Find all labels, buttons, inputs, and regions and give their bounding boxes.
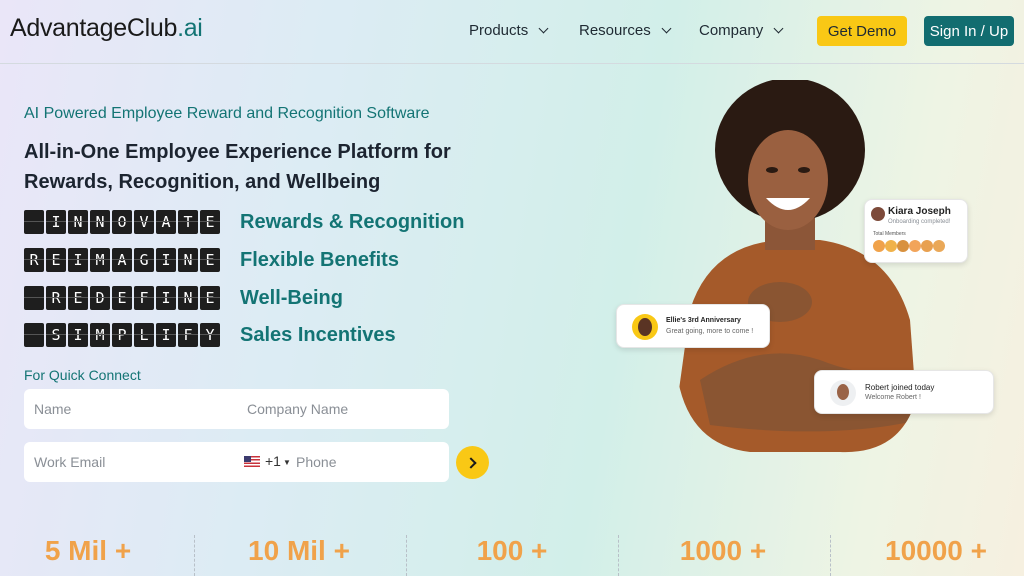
us-flag-icon[interactable]	[244, 456, 260, 467]
flip-tile: E	[200, 286, 220, 310]
flip-tile: P	[112, 323, 132, 347]
divider	[618, 535, 619, 576]
logo[interactable]: AdvantageClub.ai	[10, 14, 203, 43]
flip-tile: D	[90, 286, 110, 310]
feature-row: SIMPLIFY Sales Incentives	[24, 323, 396, 347]
flip-tile: M	[90, 323, 110, 347]
chevron-down-icon	[773, 23, 784, 34]
hero-headline: All-in-One Employee Experience Platform …	[24, 141, 451, 193]
feature-row: REDEFINE Well-Being	[24, 286, 343, 310]
feature-row: REIMAGINE Flexible Benefits	[24, 248, 399, 272]
robert-sub: Welcome Robert !	[865, 394, 921, 401]
flip-tile: I	[156, 323, 176, 347]
flip-tile: L	[134, 323, 154, 347]
flip-tile: E	[46, 248, 66, 272]
submit-button[interactable]	[456, 446, 489, 479]
flip-tile: N	[90, 210, 110, 234]
phone-input[interactable]	[286, 442, 446, 482]
robert-title: Robert joined today	[865, 383, 935, 392]
avatar	[909, 240, 921, 252]
sign-in-button[interactable]: Sign In / Up	[924, 16, 1014, 46]
stat-value: 1000 +	[679, 535, 767, 566]
name-input[interactable]	[24, 389, 234, 429]
flip-tile	[24, 286, 44, 310]
flip-tile: E	[200, 210, 220, 234]
flip-tile: I	[156, 286, 176, 310]
flip-tile: G	[134, 248, 154, 272]
kiara-status: Onboarding completed!	[888, 219, 951, 225]
flip-tile: S	[46, 323, 66, 347]
flip-tile: I	[156, 248, 176, 272]
divider	[406, 535, 407, 576]
flip-tile: R	[24, 248, 44, 272]
avatar	[873, 240, 885, 252]
form-row-name	[24, 389, 449, 429]
feature-label: Flexible Benefits	[240, 248, 399, 271]
feature-row: INNOVATE Rewards & Recognition	[24, 210, 464, 234]
flip-tile	[24, 323, 44, 347]
avatar-face	[638, 318, 652, 336]
flip-tile: A	[156, 210, 176, 234]
flip-tiles-reimagine: REIMAGINE	[24, 248, 224, 272]
nav-company[interactable]: Company	[699, 22, 784, 39]
avatar	[897, 240, 909, 252]
flip-tile: R	[46, 286, 66, 310]
company-input[interactable]	[237, 389, 447, 429]
flip-tile: M	[90, 248, 110, 272]
flip-tile	[24, 210, 44, 234]
robert-card: Robert joined today Welcome Robert !	[814, 370, 994, 414]
flip-tile: I	[46, 210, 66, 234]
feature-label: Well-Being	[240, 286, 343, 309]
feature-label: Sales Incentives	[240, 323, 396, 346]
kiara-name: Kiara Joseph	[888, 206, 951, 217]
flip-tile: V	[134, 210, 154, 234]
divider	[194, 535, 195, 576]
email-input[interactable]	[24, 442, 234, 482]
feature-label: Rewards & Recognition	[240, 210, 465, 233]
flip-tile: N	[178, 286, 198, 310]
stat-value: 10000 +	[885, 535, 987, 566]
flip-tile: N	[68, 210, 88, 234]
flip-tiles-innovate: INNOVATE	[24, 210, 224, 234]
flip-tile: N	[178, 248, 198, 272]
chevron-down-icon	[538, 23, 549, 34]
flip-tile: T	[178, 210, 198, 234]
chevron-down-icon	[661, 23, 672, 34]
avatar	[933, 240, 945, 252]
avatar	[871, 207, 885, 221]
flip-tile: Y	[200, 323, 220, 347]
ellie-title: Ellie's 3rd Anniversary	[666, 317, 741, 324]
avatar	[885, 240, 897, 252]
divider	[830, 535, 831, 576]
flip-tile: F	[178, 323, 198, 347]
form-row-contact: +1▼	[24, 442, 449, 482]
member-avatars	[873, 240, 945, 252]
avatar	[921, 240, 933, 252]
flip-tile: O	[112, 210, 132, 234]
ellie-sub: Great going, more to come !	[666, 328, 754, 335]
hero-subtitle: AI Powered Employee Reward and Recogniti…	[24, 105, 430, 122]
members-label: Total Members	[873, 231, 906, 237]
flip-tile: I	[68, 323, 88, 347]
stat-value: 100 +	[476, 535, 548, 566]
kiara-card: Kiara Joseph Onboarding completed! Total…	[864, 199, 968, 263]
stat-value: 5 Mil +	[44, 535, 132, 566]
flip-tiles-simplify: SIMPLIFY	[24, 323, 224, 347]
flip-tile: E	[112, 286, 132, 310]
nav-products[interactable]: Products	[469, 22, 549, 39]
arrow-right-icon	[465, 456, 477, 469]
flip-tile: I	[68, 248, 88, 272]
ellie-card: Ellie's 3rd Anniversary Great going, mor…	[616, 304, 770, 348]
get-demo-button[interactable]: Get Demo	[817, 16, 907, 46]
avatar-face	[837, 384, 849, 400]
flip-tile: A	[112, 248, 132, 272]
stat-value: 10 Mil +	[248, 535, 350, 566]
flip-tile: E	[200, 248, 220, 272]
flip-tile: E	[68, 286, 88, 310]
nav-resources[interactable]: Resources	[579, 22, 672, 39]
quick-connect-title: For Quick Connect	[24, 367, 141, 383]
flip-tiles-redefine: REDEFINE	[24, 286, 224, 310]
site-header: AdvantageClub.ai Products Resources Comp…	[0, 0, 1024, 64]
flip-tile: F	[134, 286, 154, 310]
